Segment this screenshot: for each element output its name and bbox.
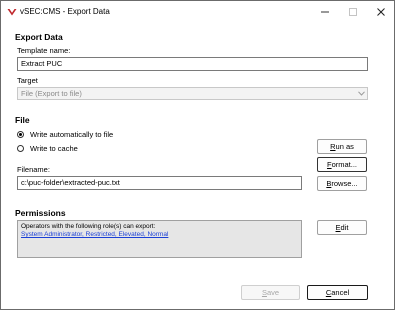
save-button[interactable]: Save (241, 285, 300, 300)
export-data-heading: Export Data (15, 32, 63, 42)
run-as-button[interactable]: Run as (317, 139, 367, 154)
app-logo-icon (7, 9, 17, 16)
radio-button-unchecked[interactable] (17, 145, 24, 152)
close-button[interactable] (373, 5, 389, 19)
maximize-button[interactable] (345, 5, 361, 19)
permissions-description: Operators with the following role(s) can… (21, 223, 156, 230)
edit-button[interactable]: Edit (317, 220, 367, 235)
target-select-value: File (Export to file) (21, 89, 82, 98)
edit-label: dit (340, 223, 349, 232)
template-name-label: Template name: (17, 46, 71, 55)
radio-button-checked[interactable] (17, 131, 24, 138)
export-data-dialog: vSEC:CMS - Export Data Export Data Templ… (0, 0, 395, 310)
permissions-heading: Permissions (15, 208, 66, 218)
permissions-roles-link[interactable]: System Administrator, Restricted, Elevat… (21, 231, 298, 239)
maximize-icon (349, 8, 357, 16)
minimize-icon (321, 11, 329, 13)
save-label: ave (266, 288, 280, 297)
filename-input[interactable]: c:\puc-folder\extracted-puc.txt (17, 176, 302, 190)
browse-button[interactable]: Browse... (317, 176, 367, 191)
file-heading: File (15, 115, 30, 125)
radio-write-to-cache-label: Write to cache (30, 144, 78, 153)
browse-label: rowse... (331, 179, 358, 188)
permissions-box: Operators with the following role(s) can… (17, 220, 302, 258)
run-as-label: un as (335, 142, 354, 151)
radio-write-automatically-label: Write automatically to file (30, 130, 114, 139)
cancel-button[interactable]: Cancel (307, 285, 368, 300)
radio-write-automatically[interactable]: Write automatically to file (17, 130, 113, 139)
minimize-button[interactable] (317, 5, 333, 19)
filename-label: Filename: (17, 165, 50, 174)
window-title: vSEC:CMS - Export Data (20, 7, 110, 16)
radio-write-to-cache[interactable]: Write to cache (17, 144, 78, 153)
target-label: Target (17, 76, 38, 85)
format-button[interactable]: Format... (317, 157, 367, 172)
title-bar[interactable]: vSEC:CMS - Export Data (1, 1, 394, 23)
cancel-label: ancel (331, 288, 350, 297)
format-label: ormat... (331, 160, 358, 169)
template-name-input[interactable]: Extract PUC (17, 57, 368, 71)
chevron-down-icon (357, 89, 365, 98)
close-icon (377, 8, 385, 16)
target-select[interactable]: File (Export to file) (17, 87, 368, 100)
